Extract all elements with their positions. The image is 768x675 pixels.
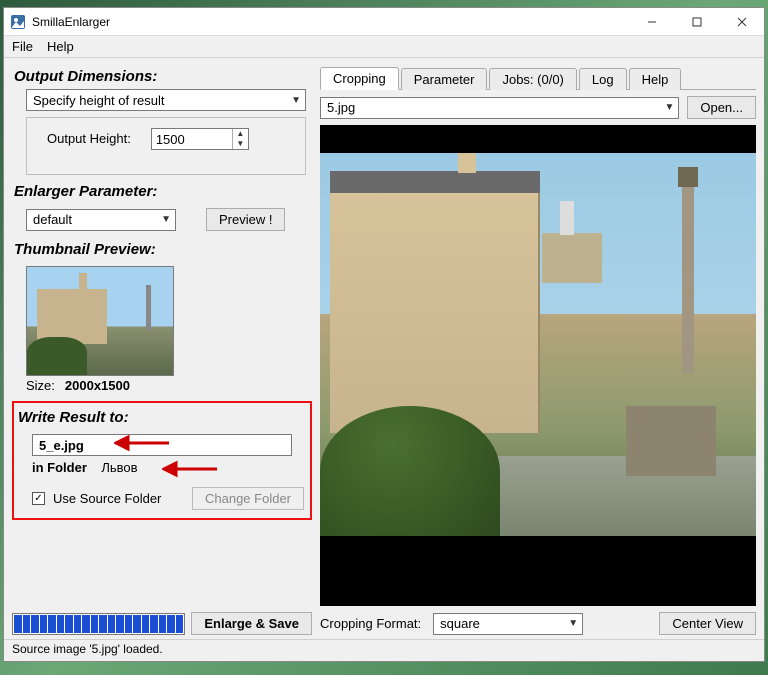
in-folder-label: in Folder [32, 460, 87, 475]
status-bar: Source image '5.jpg' loaded. [4, 639, 764, 661]
write-result-group: Write Result to: in Folder Львов ✓ Use S… [12, 401, 312, 520]
progress-bar [12, 613, 185, 635]
thumbnail-image [26, 266, 174, 376]
dimension-box: Output Height: ▲ ▼ [26, 117, 306, 175]
center-view-button[interactable]: Center View [659, 612, 756, 635]
change-folder-button[interactable]: Change Folder [192, 487, 304, 510]
right-panel: Cropping Parameter Jobs: (0/0) Log Help … [320, 66, 756, 635]
output-height-spinner[interactable]: ▲ ▼ [151, 128, 249, 150]
maximize-button[interactable] [674, 8, 719, 35]
left-panel: Output Dimensions: Specify height of res… [12, 66, 312, 635]
source-file-select[interactable]: 5.jpg ▼ [320, 97, 679, 119]
cropping-format-select[interactable]: square ▼ [433, 613, 583, 635]
chevron-down-icon: ▼ [291, 95, 301, 106]
menu-file[interactable]: File [8, 37, 41, 56]
enlarger-parameter-heading: Enlarger Parameter: [14, 183, 312, 200]
enlarge-and-save-button[interactable]: Enlarge & Save [191, 612, 312, 635]
thumbnail-size-value: 2000x1500 [65, 378, 130, 393]
tab-parameter[interactable]: Parameter [401, 68, 488, 90]
thumbnail-preview-heading: Thumbnail Preview: [14, 241, 312, 258]
app-window: SmillaEnlarger File Help Output Dimensio… [3, 7, 765, 662]
minimize-button[interactable] [629, 8, 674, 35]
dimension-mode-select[interactable]: Specify height of result ▼ [26, 89, 306, 111]
app-icon [10, 14, 26, 30]
write-result-heading: Write Result to: [18, 409, 304, 426]
annotation-arrow-icon [162, 459, 222, 479]
spin-up-icon[interactable]: ▲ [233, 129, 248, 139]
tab-help[interactable]: Help [629, 68, 682, 90]
thumbnail-size-label: Size: [26, 378, 55, 393]
chevron-down-icon: ▼ [161, 214, 171, 225]
close-button[interactable] [719, 8, 764, 35]
menubar: File Help [4, 36, 764, 58]
cropping-format-value: square [440, 616, 480, 631]
parameter-preset-value: default [33, 212, 72, 227]
annotation-arrow-icon [114, 433, 174, 453]
output-dimensions-heading: Output Dimensions: [14, 68, 312, 85]
use-source-folder-label: Use Source Folder [53, 491, 161, 506]
window-title: SmillaEnlarger [32, 15, 629, 29]
open-file-button[interactable]: Open... [687, 96, 756, 119]
dimension-mode-value: Specify height of result [33, 93, 165, 108]
output-height-label: Output Height: [47, 131, 131, 146]
tab-bar: Cropping Parameter Jobs: (0/0) Log Help [320, 66, 756, 90]
preview-button[interactable]: Preview ! [206, 208, 285, 231]
tab-cropping[interactable]: Cropping [320, 67, 399, 90]
titlebar: SmillaEnlarger [4, 8, 764, 36]
tab-jobs[interactable]: Jobs: (0/0) [489, 68, 576, 90]
folder-value: Львов [101, 460, 137, 475]
spin-down-icon[interactable]: ▼ [233, 139, 248, 149]
cropping-format-label: Cropping Format: [320, 616, 421, 631]
source-file-value: 5.jpg [327, 100, 355, 115]
image-preview-area[interactable] [320, 125, 756, 606]
output-height-input[interactable] [152, 129, 232, 149]
parameter-preset-select[interactable]: default ▼ [26, 209, 176, 231]
tab-log[interactable]: Log [579, 68, 627, 90]
chevron-down-icon: ▼ [664, 102, 674, 113]
use-source-folder-checkbox[interactable]: ✓ [32, 492, 45, 505]
chevron-down-icon: ▼ [568, 618, 578, 629]
menu-help[interactable]: Help [43, 37, 82, 56]
